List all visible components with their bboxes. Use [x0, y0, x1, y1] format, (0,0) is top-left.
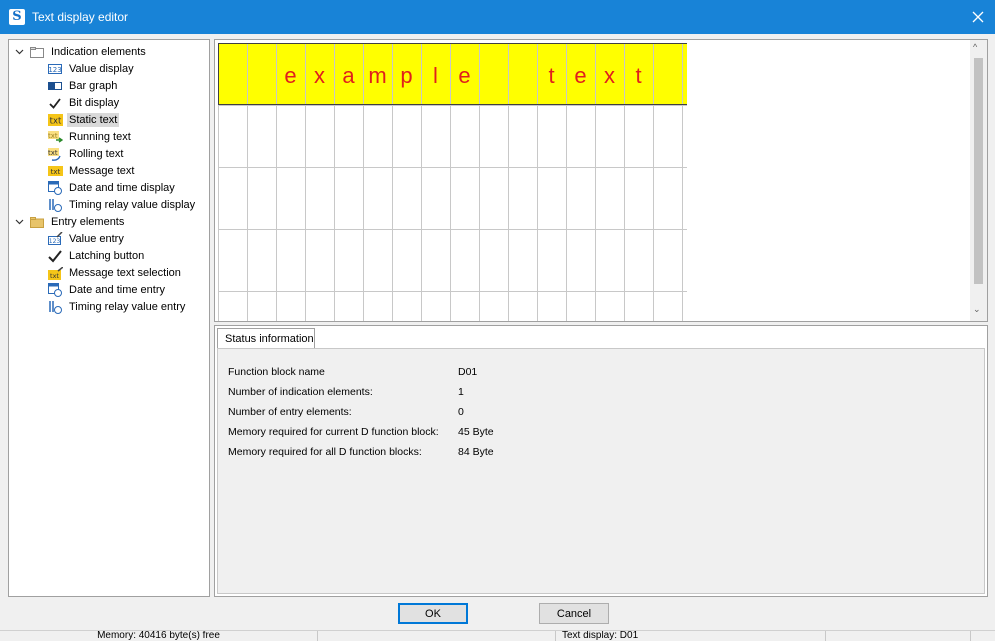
scrollbar-thumb[interactable]	[974, 58, 983, 284]
svg-text:txt: txt	[50, 168, 60, 176]
element-tree[interactable]: Indication elements 123 Value display Ba…	[8, 39, 210, 597]
window-title: Text display editor	[32, 10, 129, 24]
tab-status-information[interactable]: Status information	[217, 328, 315, 349]
tree-item-rolling-text[interactable]: txt Rolling text	[47, 146, 125, 162]
message-selection-icon: txt	[47, 266, 63, 280]
tree-item-bit-display[interactable]: Bit display	[47, 95, 121, 111]
tree-item-static-text[interactable]: txt Static text	[47, 112, 120, 128]
tree-item-value-display[interactable]: 123 Value display	[47, 61, 136, 77]
rolling-text-icon: txt	[47, 147, 63, 161]
display-editor-grid[interactable]: exampletext ^ ⌄	[214, 39, 988, 322]
tree-item-message-text[interactable]: txt Message text	[47, 163, 136, 179]
tree-item-date-time-entry[interactable]: Date and time entry	[47, 282, 167, 298]
scroll-down-icon[interactable]: ⌄	[973, 304, 981, 315]
static-text-icon: txt	[47, 113, 63, 127]
chevron-down-icon[interactable]	[13, 219, 25, 225]
svg-text:txt: txt	[49, 117, 61, 127]
display-grid[interactable]: exampletext	[217, 42, 687, 322]
grid-character: t	[635, 63, 641, 88]
svg-text:txt: txt	[48, 149, 58, 157]
status-bar: Memory: 40416 byte(s) free Text display:…	[0, 630, 995, 641]
grid-character: e	[574, 63, 586, 88]
memory-status: Memory: 40416 byte(s) free	[0, 631, 318, 641]
date-time-icon	[47, 181, 63, 195]
tree-group-indication-elements[interactable]: Indication elements	[13, 44, 148, 60]
grid-character: e	[284, 63, 296, 88]
running-text-icon: txt	[47, 130, 63, 144]
app-icon: S	[9, 9, 25, 25]
folder-icon	[29, 215, 45, 229]
svg-text:123: 123	[48, 238, 60, 245]
timing-relay-entry-icon	[47, 300, 63, 314]
tree-item-date-time-display[interactable]: Date and time display	[47, 180, 177, 196]
date-time-entry-icon	[47, 283, 63, 297]
latching-button-icon	[47, 249, 63, 263]
grid-character: t	[548, 63, 554, 88]
message-text-icon: txt	[47, 164, 63, 178]
close-icon	[972, 11, 984, 23]
scroll-up-icon[interactable]: ^	[973, 42, 977, 52]
value-display-icon: 123	[47, 62, 63, 76]
display-status: Text display: D01	[556, 631, 826, 641]
status-cell-empty	[826, 631, 971, 641]
timing-relay-icon	[47, 198, 63, 212]
close-button[interactable]	[961, 0, 995, 34]
tree-item-message-text-selection[interactable]: txt Message text selection	[47, 265, 183, 281]
grid-character: m	[368, 63, 386, 88]
tree-item-latching-button[interactable]: Latching button	[47, 248, 146, 264]
grid-character: a	[342, 63, 355, 88]
svg-text:123: 123	[48, 66, 61, 74]
tree-item-bar-graph[interactable]: Bar graph	[47, 78, 119, 94]
value-entry-icon: 123	[47, 232, 63, 246]
title-bar: S Text display editor	[0, 0, 995, 34]
grid-character: l	[433, 63, 438, 88]
tree-item-timing-relay-entry[interactable]: Timing relay value entry	[47, 299, 187, 315]
cancel-button[interactable]: Cancel	[539, 603, 609, 624]
folder-open-icon	[29, 45, 45, 59]
ok-button[interactable]: OK	[398, 603, 468, 624]
status-panel: Status information Function block name D…	[214, 325, 988, 597]
tree-item-timing-relay-display[interactable]: Timing relay value display	[47, 197, 197, 213]
status-info-body: Function block name D01 Number of indica…	[217, 348, 985, 594]
tree-item-running-text[interactable]: txt Running text	[47, 129, 133, 145]
grid-character: p	[400, 63, 412, 88]
checkmark-icon	[47, 96, 63, 110]
tree-item-value-entry[interactable]: 123 Value entry	[47, 231, 126, 247]
bar-graph-icon	[47, 79, 63, 93]
grid-character: x	[604, 63, 615, 88]
svg-text:txt: txt	[50, 272, 59, 280]
grid-character: x	[314, 63, 325, 88]
vertical-scrollbar[interactable]: ^ ⌄	[970, 40, 987, 321]
status-cell-empty	[318, 631, 556, 641]
chevron-down-icon[interactable]	[13, 49, 25, 55]
grid-character: e	[458, 63, 470, 88]
tree-group-entry-elements[interactable]: Entry elements	[13, 214, 126, 230]
